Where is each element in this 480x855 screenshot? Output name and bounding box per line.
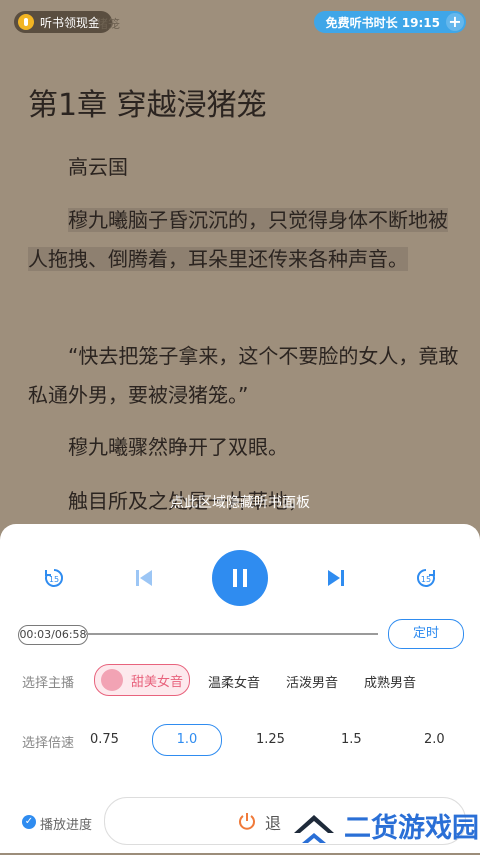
paragraph-highlighted: 穆九曦脑子昏沉沉的，只觉得身体不断地被人拖拽、倒腾着，耳朵里还传来各种声音。 — [28, 201, 464, 279]
free-time-label: 免费听书时长 19:15 — [325, 15, 440, 30]
reader-area[interactable]: 听书领现金 猪笼 免费听书时长 19:15 + 第1章 穿越浸猪笼 高云国 穆九… — [0, 0, 480, 540]
check-icon[interactable]: ✓ — [22, 815, 36, 829]
voice-option[interactable]: 活泼男音 — [286, 672, 338, 691]
playback-controls: 15 15 — [0, 550, 480, 606]
reward-pill-label: 听书领现金 — [40, 15, 101, 30]
previous-chapter-icon[interactable] — [130, 564, 158, 592]
watermark: 二货游戏园 — [290, 795, 479, 855]
power-icon — [239, 813, 255, 830]
voice-option-selected[interactable]: 甜美女音 — [94, 664, 190, 696]
exit-label: 退 — [265, 814, 282, 833]
faded-header-text: 猪笼 — [96, 17, 121, 31]
pause-button[interactable] — [212, 550, 268, 606]
svg-text:15: 15 — [49, 575, 59, 584]
progress-checkbox-label[interactable]: 播放进度 — [40, 814, 92, 833]
progress-track[interactable] — [86, 633, 378, 635]
progress-row: 00:03/06:58 定时 — [16, 619, 464, 652]
anchor-avatar — [101, 669, 123, 691]
chapter-title: 第1章 穿越浸猪笼 — [28, 88, 267, 123]
voice-option[interactable]: 温柔女音 — [208, 672, 260, 691]
paragraph: 穆九曦骤然睁开了双眼。 — [68, 435, 288, 459]
rewind-15-icon[interactable]: 15 — [40, 564, 68, 592]
speed-label: 选择倍速 — [22, 736, 75, 751]
voice-option-label: 甜美女音 — [131, 674, 184, 690]
paragraph: 高云国 — [68, 155, 128, 179]
next-chapter-icon[interactable] — [322, 564, 350, 592]
paragraph: “快去把笼子拿来，这个不要脸的女人，竟敢私通外男，要被浸猪笼。” — [28, 344, 459, 407]
mic-icon — [18, 14, 34, 30]
progress-thumb[interactable]: 00:03/06:58 — [18, 625, 88, 645]
watermark-logo-icon — [294, 815, 334, 843]
speed-option[interactable]: 0.75 — [90, 732, 119, 747]
voice-option[interactable]: 成熟男音 — [364, 672, 416, 691]
timer-button[interactable]: 定时 — [388, 619, 464, 649]
speed-option[interactable]: 1.5 — [341, 732, 362, 747]
anchor-label: 选择主播 — [22, 676, 75, 691]
free-time-pill[interactable]: 免费听书时长 19:15 + — [313, 11, 466, 33]
hide-panel-hint[interactable]: 点此区域隐藏听书面板 — [0, 492, 480, 512]
plus-icon[interactable]: + — [446, 13, 464, 31]
pause-icon — [233, 569, 247, 587]
svg-text:15: 15 — [421, 575, 431, 584]
highlighted-text: 穆九曦脑子昏沉沉的，只觉得身体不断地被人拖拽、倒腾着，耳朵里还传来各种声音。 — [28, 208, 448, 271]
speed-option[interactable]: 2.0 — [424, 732, 445, 747]
speed-option-selected[interactable]: 1.0 — [152, 724, 222, 756]
forward-15-icon[interactable]: 15 — [412, 564, 440, 592]
watermark-text: 二货游戏园 — [344, 812, 479, 844]
speed-option[interactable]: 1.25 — [256, 732, 285, 747]
